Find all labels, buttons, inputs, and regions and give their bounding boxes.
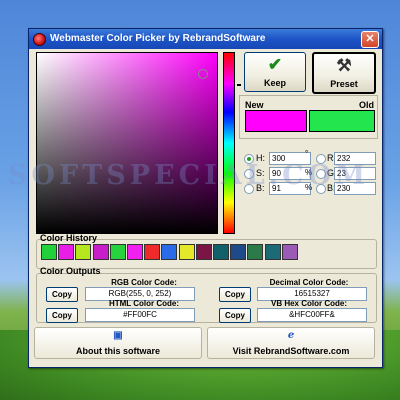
saturation-label: S: <box>256 168 265 178</box>
history-swatch[interactable] <box>41 244 57 260</box>
title-bar[interactable]: Webmaster Color Picker by RebrandSoftwar… <box>29 29 382 49</box>
brightness-label: B: <box>256 183 265 193</box>
decimal-code-label: Decimal Color Code: <box>269 278 349 287</box>
check-icon: ✔ <box>267 55 283 74</box>
hue-label: H: <box>256 153 265 163</box>
history-swatch[interactable] <box>195 244 212 260</box>
preset-label: Preset <box>330 79 358 89</box>
blue-input[interactable]: 230 <box>334 182 376 195</box>
degree-unit: ° <box>305 149 309 158</box>
window-title: Webmaster Color Picker by RebrandSoftwar… <box>50 33 266 44</box>
brightness-radio[interactable] <box>244 184 254 194</box>
visit-website-label: Visit RebrandSoftware.com <box>232 346 350 356</box>
hue-radio[interactable] <box>244 154 254 164</box>
history-swatch[interactable] <box>264 244 281 260</box>
copy-html-button[interactable]: Copy <box>46 308 78 323</box>
new-color-swatch <box>245 110 307 132</box>
html-code-field[interactable]: #FF00FC <box>85 308 195 322</box>
color-outputs-title: Color Outputs <box>40 266 101 276</box>
tools-icon: ⚒ <box>336 56 352 75</box>
percent-unit: % <box>305 168 313 177</box>
red-radio[interactable] <box>316 154 326 164</box>
history-swatch[interactable] <box>161 244 178 260</box>
history-swatch[interactable] <box>58 244 75 260</box>
info-window-icon: ▣ <box>113 330 123 341</box>
keep-button[interactable]: ✔ Keep <box>244 52 306 92</box>
color-picker-window: Webmaster Color Picker by RebrandSoftwar… <box>28 28 383 368</box>
hue-slider[interactable] <box>223 52 235 234</box>
history-swatch[interactable] <box>127 244 143 260</box>
old-color-label: Old <box>359 100 374 110</box>
keep-label: Keep <box>263 78 286 88</box>
green-input[interactable]: 23 <box>334 167 376 180</box>
history-swatch[interactable] <box>109 244 126 260</box>
history-swatch[interactable] <box>92 244 109 260</box>
html-code-label: HTML Color Code: <box>108 299 180 308</box>
vb-hex-code-field[interactable]: &HFC00FF& <box>257 308 367 322</box>
about-button[interactable]: ▣ About this software <box>34 327 202 359</box>
picker-cursor[interactable] <box>198 69 208 79</box>
percent-unit: % <box>305 183 313 192</box>
preset-button[interactable]: ⚒ Preset <box>312 52 376 94</box>
history-swatch[interactable] <box>281 244 298 260</box>
history-swatch[interactable] <box>247 244 264 260</box>
green-radio[interactable] <box>316 169 326 179</box>
internet-explorer-icon: e <box>287 330 295 341</box>
close-button[interactable]: ✕ <box>361 31 379 48</box>
app-icon <box>33 33 46 46</box>
history-swatch[interactable] <box>178 244 195 260</box>
saturation-radio[interactable] <box>244 169 254 179</box>
history-swatch[interactable] <box>213 244 229 260</box>
saturation-brightness-field[interactable] <box>36 52 218 234</box>
rgb-code-label: RGB Color Code: <box>111 278 177 287</box>
blue-radio[interactable] <box>316 184 326 194</box>
history-swatch[interactable] <box>144 244 161 260</box>
hue-slider-marker[interactable] <box>237 84 241 86</box>
red-input[interactable]: 232 <box>334 152 376 165</box>
about-label: About this software <box>75 346 160 356</box>
color-history-title: Color History <box>40 233 98 243</box>
history-swatch[interactable] <box>75 244 92 260</box>
vb-hex-code-label: VB Hex Color Code: <box>270 299 347 308</box>
old-color-swatch[interactable] <box>309 110 375 132</box>
new-color-label: New <box>245 100 264 110</box>
copy-vb-hex-button[interactable]: Copy <box>219 308 251 323</box>
visit-website-button[interactable]: e Visit RebrandSoftware.com <box>207 327 375 359</box>
history-swatch[interactable] <box>230 244 247 260</box>
copy-rgb-button[interactable]: Copy <box>46 287 78 302</box>
